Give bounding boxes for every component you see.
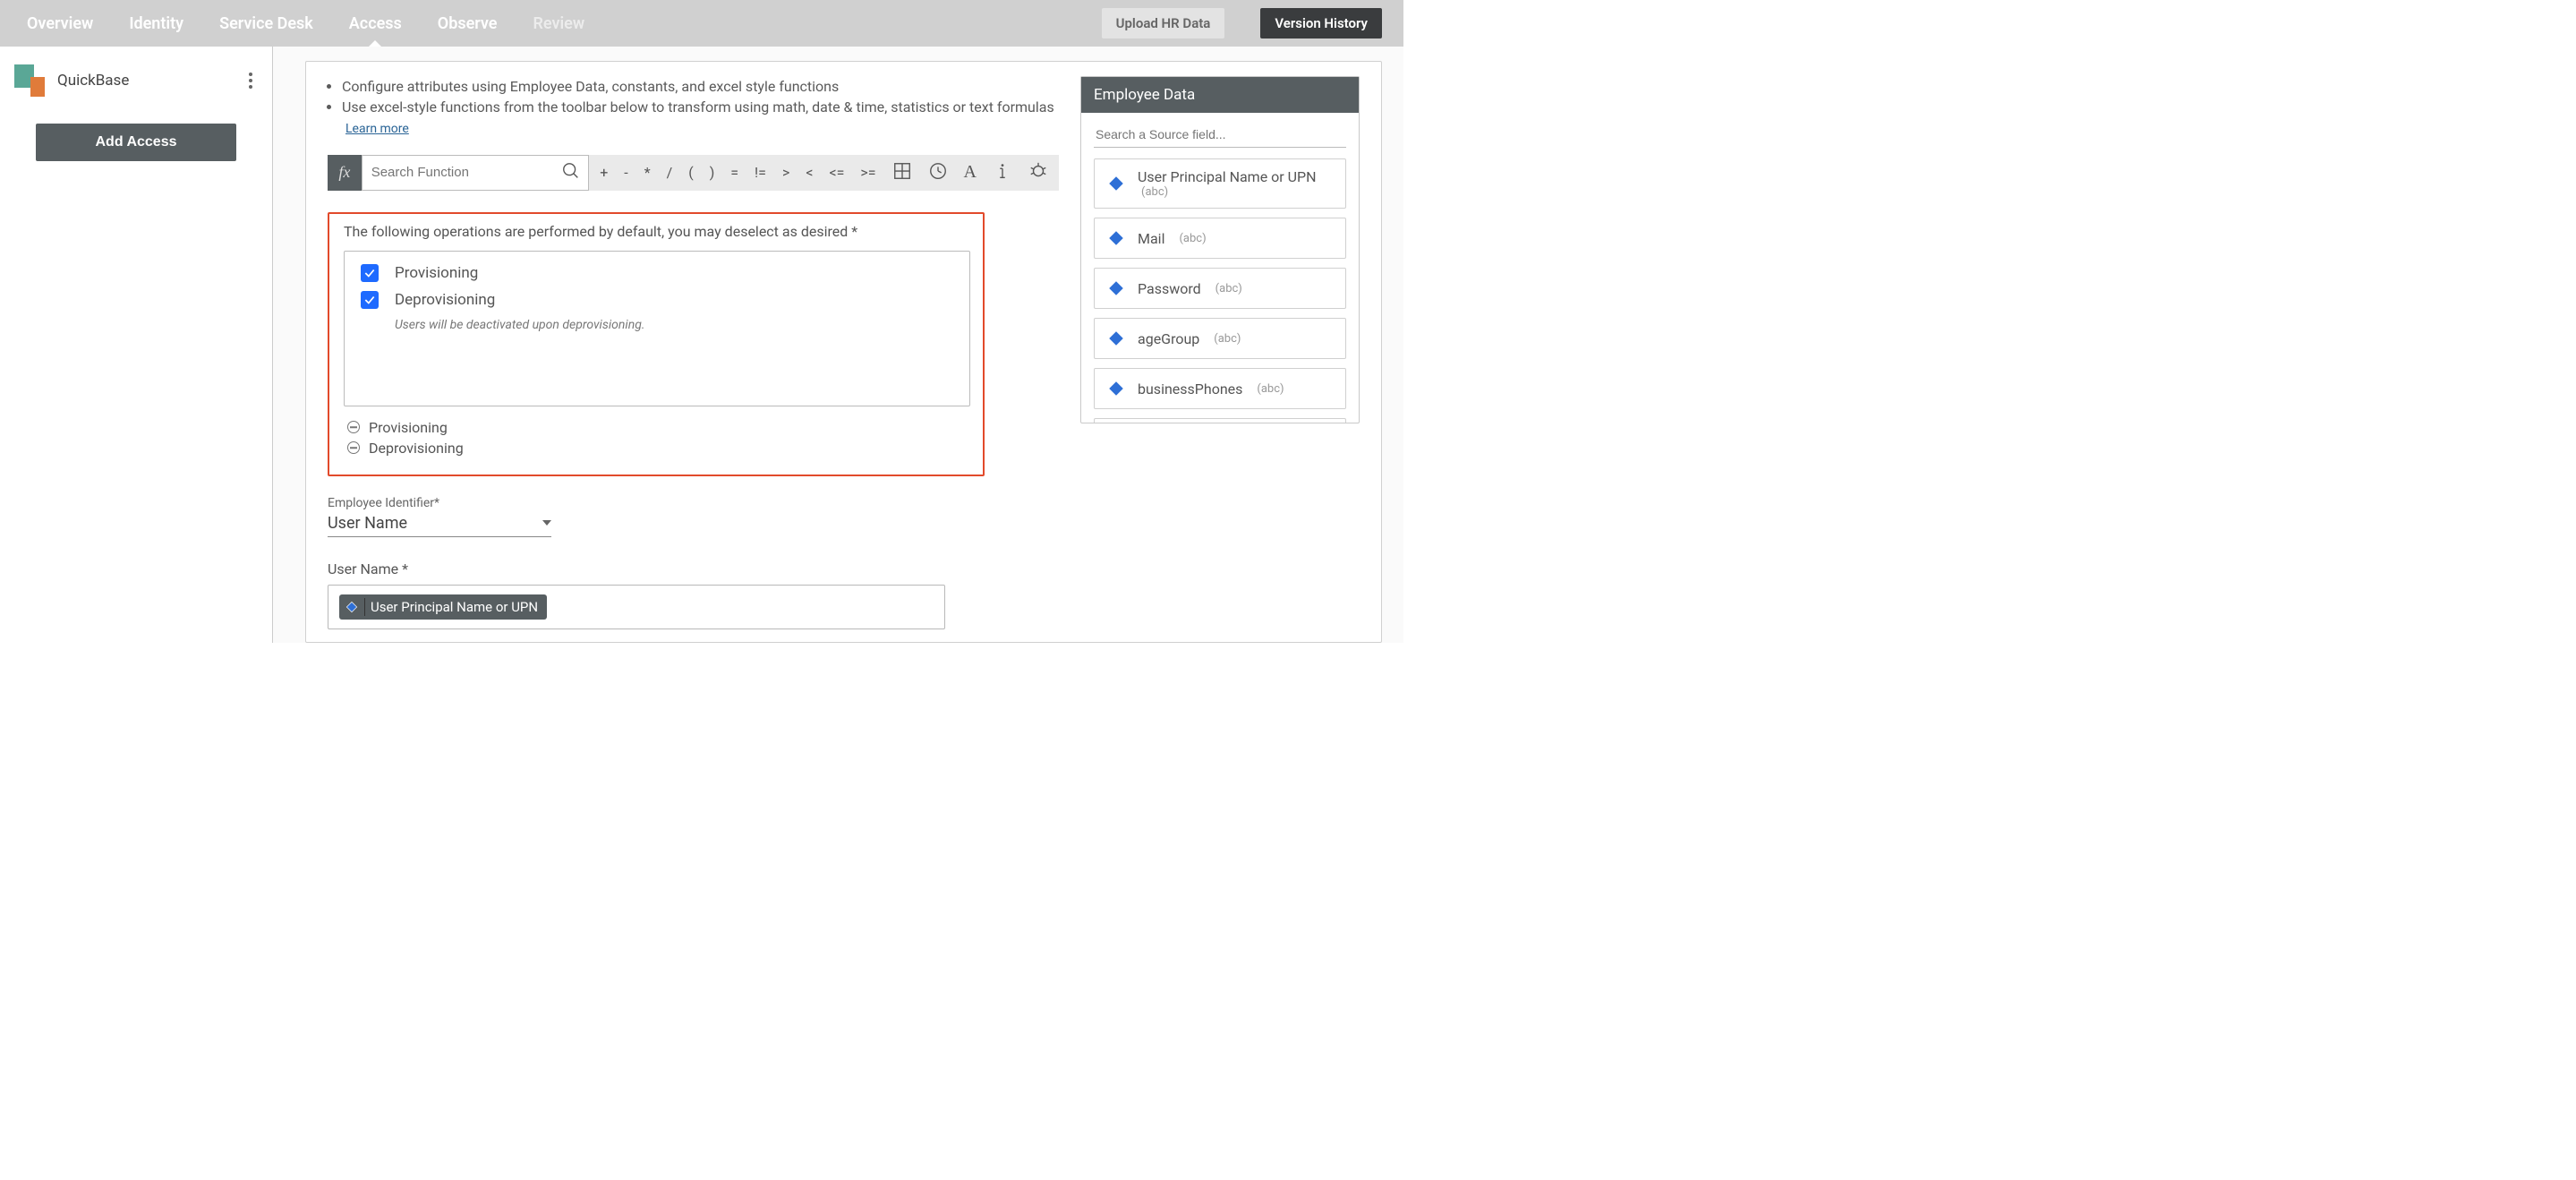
tab-review[interactable]: Review <box>527 2 590 46</box>
text-cursor <box>364 598 365 616</box>
main-area: Configure attributes using Employee Data… <box>273 47 1403 643</box>
operations-section: The following operations are performed b… <box>328 212 985 476</box>
deprovisioning-checkbox[interactable] <box>361 291 379 309</box>
source-field-name: Password <box>1138 280 1201 297</box>
source-field-icon <box>1105 173 1127 194</box>
text-icon[interactable]: A <box>964 162 977 183</box>
op-gt[interactable]: > <box>782 164 789 181</box>
tab-observe[interactable]: Observe <box>432 2 503 46</box>
top-nav: Overview Identity Service Desk Access Ob… <box>0 0 1403 47</box>
app-name: QuickBase <box>57 72 231 90</box>
add-access-button[interactable]: Add Access <box>36 124 236 161</box>
op-plus[interactable]: + <box>600 164 608 181</box>
op-neq[interactable]: != <box>755 164 766 181</box>
source-field-icon <box>345 600 359 614</box>
app-menu-button[interactable] <box>243 67 258 94</box>
deprovisioning-disabled-label: Deprovisioning <box>369 440 464 457</box>
math-icon[interactable] <box>892 161 912 184</box>
username-label: User Name * <box>328 560 1059 577</box>
source-field-name: User Principal Name or UPN <box>1138 168 1317 185</box>
provisioning-disabled-icon <box>347 421 360 433</box>
employee-identifier-label: Employee Identifier* <box>328 496 551 510</box>
source-field-type: (abc) <box>1257 382 1284 396</box>
source-field-item[interactable]: ageGroup (abc) <box>1094 318 1346 359</box>
employee-data-panel: Employee Data User Principal Name or UPN… <box>1080 76 1360 423</box>
op-lte[interactable]: <= <box>829 164 844 181</box>
operations-prompt: The following operations are performed b… <box>344 223 970 240</box>
provisioning-checkbox[interactable] <box>361 264 379 282</box>
source-field-type: (abc) <box>1141 185 1317 199</box>
provisioning-label: Provisioning <box>395 264 478 282</box>
source-field-item[interactable]: Mail (abc) <box>1094 218 1346 259</box>
fx-icon[interactable]: fx <box>328 155 362 191</box>
source-field-item[interactable]: city(abc) <box>1094 418 1346 423</box>
employee-data-search-input[interactable] <box>1094 122 1346 148</box>
tab-identity[interactable]: Identity <box>124 2 189 46</box>
employee-identifier-select[interactable]: User Name <box>328 510 551 537</box>
username-chip[interactable]: User Principal Name or UPN <box>339 594 547 620</box>
op-lt[interactable]: < <box>806 164 813 181</box>
employee-data-title: Employee Data <box>1081 77 1359 113</box>
operator-toolbar: + - * / ( ) = != > < <= >= A <box>589 155 1059 191</box>
deprovisioning-disabled-icon <box>347 441 360 454</box>
provisioning-disabled-label: Provisioning <box>369 419 448 436</box>
op-star[interactable]: * <box>644 164 651 181</box>
source-field-type: (abc) <box>1215 282 1242 295</box>
source-field-icon <box>1105 378 1127 399</box>
info-icon[interactable] <box>993 161 1012 184</box>
username-input[interactable]: User Principal Name or UPN <box>328 585 945 629</box>
op-gte[interactable]: >= <box>860 164 875 181</box>
source-field-icon <box>1105 328 1127 349</box>
formula-bar: fx + - * / ( ) = <box>328 155 1059 191</box>
deprovisioning-label: Deprovisioning <box>395 291 495 309</box>
op-slash[interactable]: / <box>667 164 673 181</box>
tab-overview[interactable]: Overview <box>21 2 98 46</box>
source-field-icon <box>1105 278 1127 299</box>
tab-service-desk[interactable]: Service Desk <box>214 2 319 46</box>
operations-box: Provisioning Deprovisioning Users will b… <box>344 251 970 406</box>
op-minus[interactable]: - <box>624 164 627 181</box>
version-history-button[interactable]: Version History <box>1260 8 1382 38</box>
search-icon[interactable] <box>561 161 581 184</box>
learn-more-link[interactable]: Learn more <box>345 122 409 136</box>
upload-hr-data-button[interactable]: Upload HR Data <box>1102 8 1225 38</box>
source-field-name: ageGroup <box>1138 330 1199 347</box>
source-field-name: businessPhones <box>1138 381 1242 398</box>
op-lparen[interactable]: ( <box>688 164 693 181</box>
deprovisioning-hint: Users will be deactivated upon deprovisi… <box>395 318 953 332</box>
intro-text: Configure attributes using Employee Data… <box>328 76 1059 139</box>
source-field-item[interactable]: Password (abc) <box>1094 268 1346 309</box>
source-field-icon <box>1105 227 1127 249</box>
source-field-type: (abc) <box>1214 332 1241 346</box>
op-eq[interactable]: = <box>730 164 738 181</box>
function-search-input[interactable] <box>363 165 562 180</box>
sidebar: QuickBase Add Access <box>0 47 273 643</box>
tab-access[interactable]: Access <box>344 2 407 46</box>
source-field-type: (abc) <box>1179 232 1206 245</box>
source-field-item[interactable]: businessPhones (abc) <box>1094 368 1346 409</box>
chevron-down-icon <box>542 520 551 526</box>
app-logo <box>14 64 45 97</box>
op-rparen[interactable]: ) <box>710 164 715 181</box>
bug-icon[interactable] <box>1028 161 1048 184</box>
source-field-item[interactable]: User Principal Name or UPN(abc) <box>1094 158 1346 209</box>
source-field-name: Mail <box>1138 230 1164 247</box>
clock-icon[interactable] <box>928 161 948 184</box>
